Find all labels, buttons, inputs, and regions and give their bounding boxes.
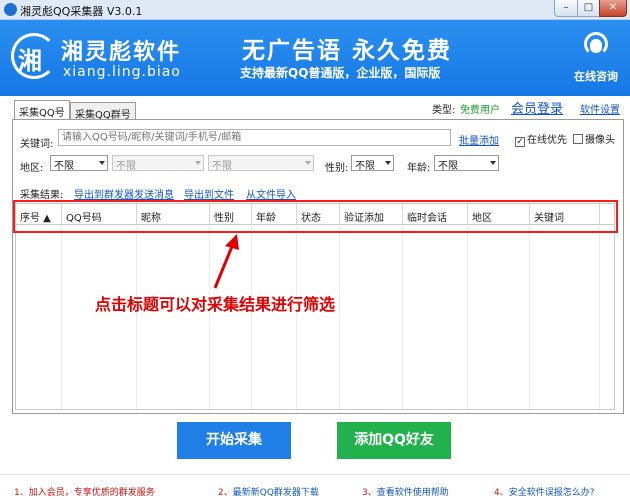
camera-label: 摄像头	[585, 135, 615, 146]
region-select-3[interactable]: 不限	[208, 155, 314, 172]
gender-label: 性别:	[325, 163, 349, 174]
maximize-button[interactable]: □	[577, 0, 600, 17]
close-button[interactable]: ✕	[599, 0, 627, 17]
app-icon	[4, 3, 17, 16]
online-first-label: 在线优先	[527, 135, 567, 146]
chevron-down-icon	[195, 161, 201, 165]
member-login-link[interactable]: 会员登录	[511, 98, 563, 117]
title-bar: 湘灵彪QQ采集器 V3.0.1 – □ ✕	[0, 0, 630, 20]
region-select-1[interactable]: 不限	[50, 155, 108, 172]
chevron-down-icon	[385, 161, 391, 165]
user-type-label: 类型:	[432, 105, 456, 116]
footer-num-2: 2、	[218, 488, 233, 498]
footer-text-4: 安全软件误报怎么办?	[508, 488, 595, 498]
window-title: 湘灵彪QQ采集器 V3.0.1	[20, 5, 143, 18]
online-support-button[interactable]: 在线咨询	[567, 32, 625, 84]
export-to-sender-link[interactable]: 导出到群发器发送消息	[74, 186, 174, 201]
footer-num-4: 4、	[494, 488, 509, 498]
minimize-button[interactable]: –	[554, 0, 578, 17]
headset-icon	[583, 32, 609, 58]
user-type-value: 免费用户	[460, 105, 500, 116]
export-to-file-link[interactable]: 导出到文件	[184, 186, 234, 201]
gender-select[interactable]: 不限	[351, 155, 394, 172]
red-arrow-icon	[213, 234, 239, 289]
footer-num-1: 1、	[14, 488, 29, 498]
chevron-down-icon	[305, 161, 311, 165]
online-first-check-box[interactable]: ✓	[515, 137, 525, 147]
region-select-1-value: 不限	[54, 161, 74, 172]
banner: 湘 湘灵彪软件 xiang.ling.biao 无广告语 永久免费 支持最新QQ…	[0, 20, 630, 96]
import-from-file-link[interactable]: 从文件导入	[246, 186, 296, 201]
footer-text-1: 加入会员，专享优质的群发服务	[28, 488, 155, 498]
tab-collect-qq-group[interactable]: 采集QQ群号	[70, 102, 136, 121]
gender-select-value: 不限	[355, 161, 375, 172]
results-label: 采集结果:	[20, 190, 64, 201]
region-label: 地区:	[20, 163, 44, 174]
footer-text-2: 最新新QQ群发器下载	[232, 488, 319, 498]
brand-name: 湘灵彪软件	[61, 40, 182, 65]
region-select-2-value: 不限	[116, 161, 136, 172]
footer-link-1[interactable]: 1、加入会员，专享优质的群发服务	[14, 485, 155, 498]
camera-check-box[interactable]	[573, 134, 583, 144]
brand-url: xiang.ling.biao	[63, 64, 181, 80]
slogan: 无广告语 永久免费	[242, 38, 453, 64]
footer-link-4[interactable]: 4、安全软件误报怎么办?	[494, 485, 595, 498]
age-select-value: 不限	[438, 161, 458, 172]
chevron-down-icon	[99, 161, 105, 165]
age-select[interactable]: 不限	[434, 155, 499, 172]
footer-link-2[interactable]: 2、最新新QQ群发器下载	[218, 485, 319, 498]
footer-link-3[interactable]: 3、查看软件使用帮助	[362, 485, 449, 498]
age-label: 年龄:	[407, 163, 431, 174]
footer-num-3: 3、	[362, 488, 377, 498]
header-highlight-box	[13, 200, 618, 233]
chevron-down-icon	[490, 161, 496, 165]
batch-add-link[interactable]: 批量添加	[459, 132, 499, 147]
brand-logo-icon: 湘	[11, 29, 57, 85]
annotation-text: 点击标题可以对采集结果进行筛选	[95, 295, 336, 314]
footer-text-3: 查看软件使用帮助	[376, 488, 449, 498]
tab-collect-qq[interactable]: 采集QQ号	[14, 100, 70, 120]
keyword-input[interactable]	[58, 129, 451, 146]
camera-checkbox[interactable]: 摄像头	[573, 131, 615, 146]
online-first-checkbox[interactable]: ✓ 在线优先	[515, 131, 567, 147]
keyword-label: 关键词:	[20, 139, 54, 150]
region-select-2[interactable]: 不限	[112, 155, 204, 172]
start-collect-button[interactable]: 开始采集	[177, 422, 291, 459]
online-support-label: 在线咨询	[574, 70, 618, 83]
slogan-subtitle: 支持最新QQ普通版，企业版，国际版	[240, 66, 441, 80]
add-qq-friend-button[interactable]: 添加QQ好友	[337, 422, 451, 459]
footer-divider	[0, 474, 630, 475]
logo-glyph: 湘	[18, 46, 42, 75]
settings-link[interactable]: 软件设置	[580, 101, 620, 116]
region-select-3-value: 不限	[212, 161, 232, 172]
